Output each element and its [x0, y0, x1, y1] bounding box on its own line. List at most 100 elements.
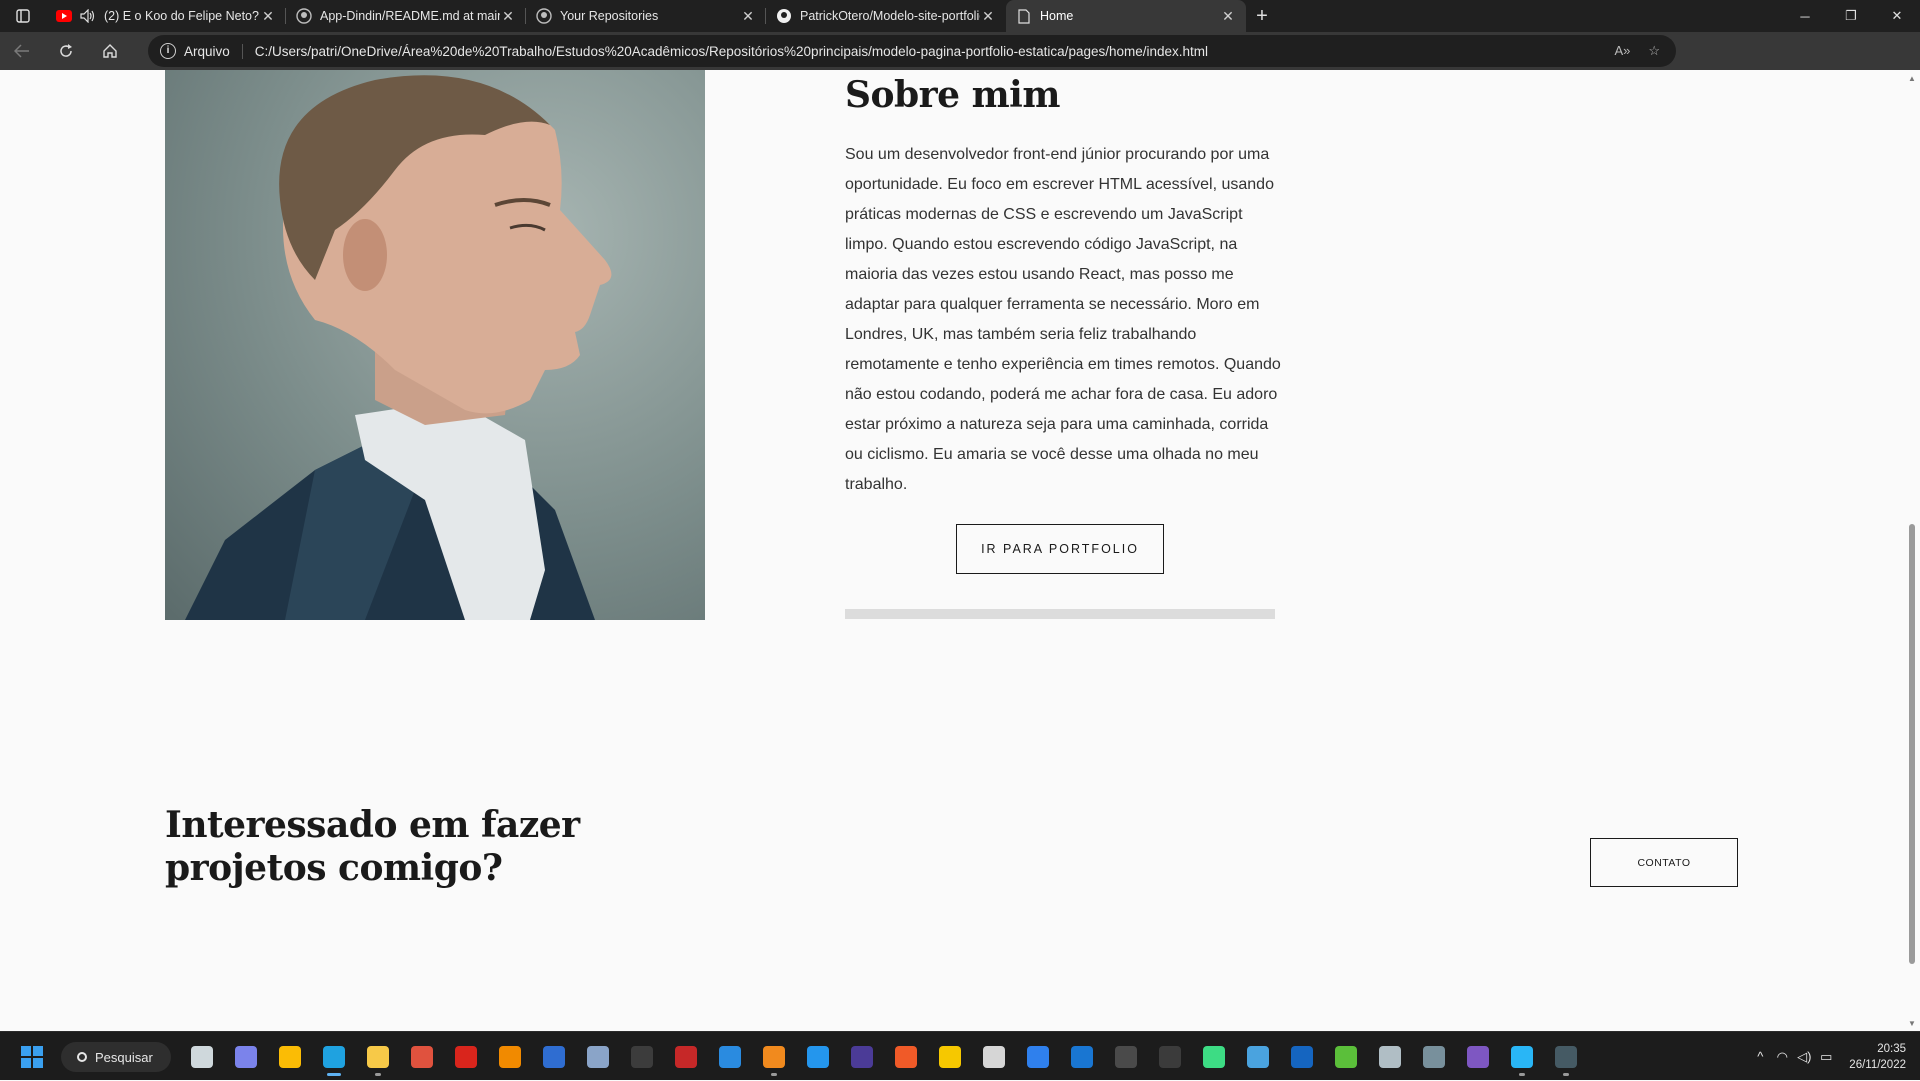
minimize-button[interactable]: ─ [1782, 0, 1828, 32]
taskbar-app-button[interactable] [1148, 1040, 1192, 1074]
youtube-icon [56, 8, 72, 24]
taskbar-app-button[interactable] [224, 1040, 268, 1074]
taskbar-app-button[interactable] [752, 1040, 796, 1076]
taskbar-app-button[interactable] [312, 1040, 356, 1076]
refresh-button[interactable] [44, 32, 88, 70]
speaker-icon[interactable] [80, 8, 96, 24]
github-icon [296, 8, 312, 24]
box-app-icon [1423, 1046, 1445, 1068]
taskbar-app-button[interactable] [1192, 1040, 1236, 1074]
new-tab-button[interactable]: + [1246, 0, 1278, 32]
add-favorite-icon[interactable]: ☆ [1648, 43, 1660, 59]
devcpp-icon [675, 1046, 697, 1068]
close-tab-icon[interactable]: ✕ [740, 8, 756, 24]
window-controls: ─ ❐ ✕ [1782, 0, 1920, 32]
scroll-up-icon[interactable]: ▲ [1908, 74, 1916, 83]
url-text[interactable]: C:/Users/patri/OneDrive/Área%20de%20Trab… [255, 44, 1605, 59]
close-tab-icon[interactable]: ✕ [980, 8, 996, 24]
taskbar-app-button[interactable] [532, 1040, 576, 1074]
tab-title: PatrickOtero/Modelo-site-portfolio [800, 9, 980, 23]
taskbar-app-button[interactable] [356, 1040, 400, 1076]
contact-button[interactable]: CONTATO [1590, 838, 1738, 887]
taskbar-app-button[interactable] [796, 1040, 840, 1074]
tab-your-repositories[interactable]: Your Repositories ✕ [526, 0, 766, 32]
windows-logo-quad [21, 1046, 31, 1056]
volume-icon[interactable]: ◁) [1793, 1049, 1815, 1065]
close-window-button[interactable]: ✕ [1874, 0, 1920, 32]
tab-home[interactable]: Home ✕ [1006, 0, 1246, 32]
back-button[interactable] [0, 32, 44, 70]
taskbar-app-button[interactable] [1324, 1040, 1368, 1074]
tab-title: Your Repositories [560, 9, 659, 23]
bookmark-app-icon [895, 1046, 917, 1068]
taskbar-app-button[interactable] [180, 1040, 224, 1074]
taskbar-app-button[interactable] [840, 1040, 884, 1074]
scroll-down-icon[interactable]: ▼ [1908, 1019, 1916, 1028]
taskbar-app-button[interactable] [620, 1040, 664, 1074]
globe-app-icon [1511, 1046, 1533, 1068]
taskbar-app-button[interactable] [1060, 1040, 1104, 1074]
console-app-icon [1555, 1046, 1577, 1068]
tor-app-icon [1467, 1046, 1489, 1068]
read-aloud-icon[interactable]: A» [1614, 43, 1630, 59]
tab-actions-button[interactable] [0, 0, 46, 32]
tab-modelo-site[interactable]: PatrickOtero/Modelo-site-portfolio ✕ [766, 0, 1006, 32]
taskbar-app-button[interactable] [884, 1040, 928, 1074]
taskbar-app-button[interactable] [1236, 1040, 1280, 1074]
taskbar-app-button[interactable] [268, 1040, 312, 1074]
tab-youtube[interactable]: (2) E o Koo do Felipe Neto? ✕ [46, 0, 286, 32]
taskbar-app-button[interactable] [400, 1040, 444, 1074]
address-bar-actions: A» ☆ [1614, 43, 1660, 59]
clock-date: 26/11/2022 [1849, 1058, 1906, 1071]
site-scheme-label: Arquivo [184, 43, 243, 59]
tab-title: App-Dindin/README.md at main [320, 9, 500, 23]
close-tab-icon[interactable]: ✕ [500, 8, 516, 24]
vlc-icon [499, 1046, 521, 1068]
taskbar-app-button[interactable] [1104, 1040, 1148, 1074]
taskbar-app-button[interactable] [972, 1040, 1016, 1074]
taskbar-app-button[interactable] [1280, 1040, 1324, 1074]
taskbar-app-button[interactable] [1456, 1040, 1500, 1074]
bitwarden-icon [543, 1046, 565, 1068]
taskbar-app-button[interactable] [928, 1040, 972, 1074]
page-viewport: Sobre mim Sou um desenvolvedor front-end… [0, 70, 1904, 1031]
toolbar: i Arquivo C:/Users/patri/OneDrive/Área%2… [0, 32, 1920, 94]
tab-title: (2) E o Koo do Felipe Neto? [104, 9, 259, 23]
taskbar-app-button[interactable] [1500, 1040, 1544, 1076]
taskbar-app-button[interactable] [576, 1040, 620, 1074]
battery-icon[interactable]: ▭ [1815, 1049, 1837, 1065]
start-button[interactable] [21, 1046, 43, 1068]
home-button[interactable] [88, 32, 132, 70]
clock[interactable]: 20:35 26/11/2022 [1837, 1041, 1920, 1073]
windows-logo-quad [21, 1058, 31, 1068]
scrollbar-thumb[interactable] [1909, 524, 1915, 964]
address-bar[interactable]: i Arquivo C:/Users/patri/OneDrive/Área%2… [148, 35, 1676, 67]
taskbar-app-button[interactable] [1016, 1040, 1060, 1074]
browser-app-icon [1027, 1046, 1049, 1068]
taskbar-app-button[interactable] [664, 1040, 708, 1074]
section-divider [845, 609, 1275, 619]
taskbar-search[interactable]: Pesquisar [61, 1042, 171, 1072]
close-tab-icon[interactable]: ✕ [1220, 8, 1236, 24]
vertical-scrollbar[interactable]: ▲ ▼ [1904, 70, 1920, 1031]
taskbar-app-button[interactable] [1412, 1040, 1456, 1074]
windows-logo-quad [33, 1058, 43, 1068]
info-icon[interactable]: i [160, 43, 176, 59]
system-tray: ^ ◠ ◁) ▭ 20:35 26/11/2022 [1749, 1032, 1920, 1081]
iv-app-icon [1159, 1046, 1181, 1068]
edge-icon [323, 1046, 345, 1068]
wifi-icon[interactable]: ◠ [1771, 1049, 1793, 1065]
taskbar-app-button[interactable] [1368, 1040, 1412, 1074]
go-to-portfolio-button[interactable]: IR PARA PORTFOLIO [956, 524, 1164, 574]
taskbar-app-button[interactable] [488, 1040, 532, 1074]
tab-app-dindin[interactable]: App-Dindin/README.md at main ✕ [286, 0, 526, 32]
close-tab-icon[interactable]: ✕ [260, 8, 276, 24]
windows-logo-quad [33, 1046, 43, 1056]
restore-button[interactable]: ❐ [1828, 0, 1874, 32]
taskbar-app-button[interactable] [708, 1040, 752, 1074]
mm-app-icon [1115, 1046, 1137, 1068]
chevron-up-icon[interactable]: ^ [1749, 1049, 1771, 1064]
taskbar-app-button[interactable] [1544, 1040, 1588, 1076]
taskbar-app-button[interactable] [444, 1040, 488, 1074]
creative-cloud-icon [411, 1046, 433, 1068]
